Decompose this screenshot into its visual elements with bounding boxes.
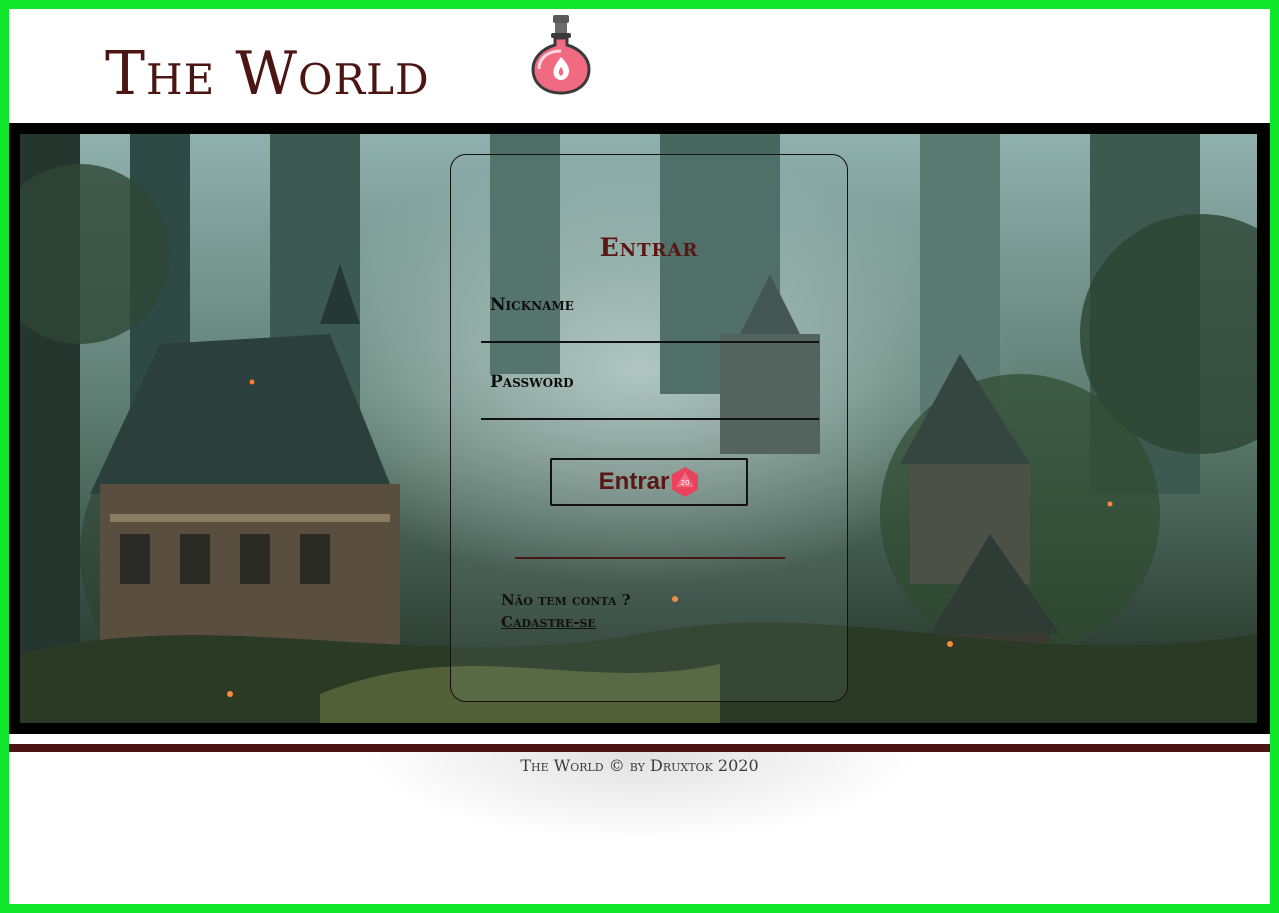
signup-link[interactable]: Cadastre-se	[501, 613, 596, 631]
login-submit-label: Entrar	[598, 468, 670, 495]
login-divider	[515, 557, 785, 559]
footer-bar	[9, 744, 1270, 752]
potion-icon	[531, 15, 591, 95]
hero-background: Entrar Nickname Password Entrar 20 Não t…	[20, 134, 1257, 723]
site-logo-text[interactable]: The World	[105, 39, 430, 109]
signup-question: Não tem conta ?	[501, 591, 631, 609]
d20-value: 20	[681, 479, 690, 487]
nickname-label: Nickname	[490, 295, 574, 315]
site-header: The World	[9, 9, 1270, 123]
footer-copyright: The World © by Druxtok 2020	[520, 756, 759, 775]
d20-dice-icon: 20	[672, 467, 699, 497]
login-submit-button[interactable]: Entrar 20	[550, 458, 748, 506]
password-input[interactable]	[481, 418, 819, 420]
nickname-input[interactable]	[481, 341, 819, 343]
hero-section: Entrar Nickname Password Entrar 20 Não t…	[9, 123, 1270, 734]
login-card: Entrar Nickname Password Entrar 20 Não t…	[450, 154, 848, 702]
login-title: Entrar	[599, 233, 699, 262]
password-label: Password	[490, 372, 574, 392]
